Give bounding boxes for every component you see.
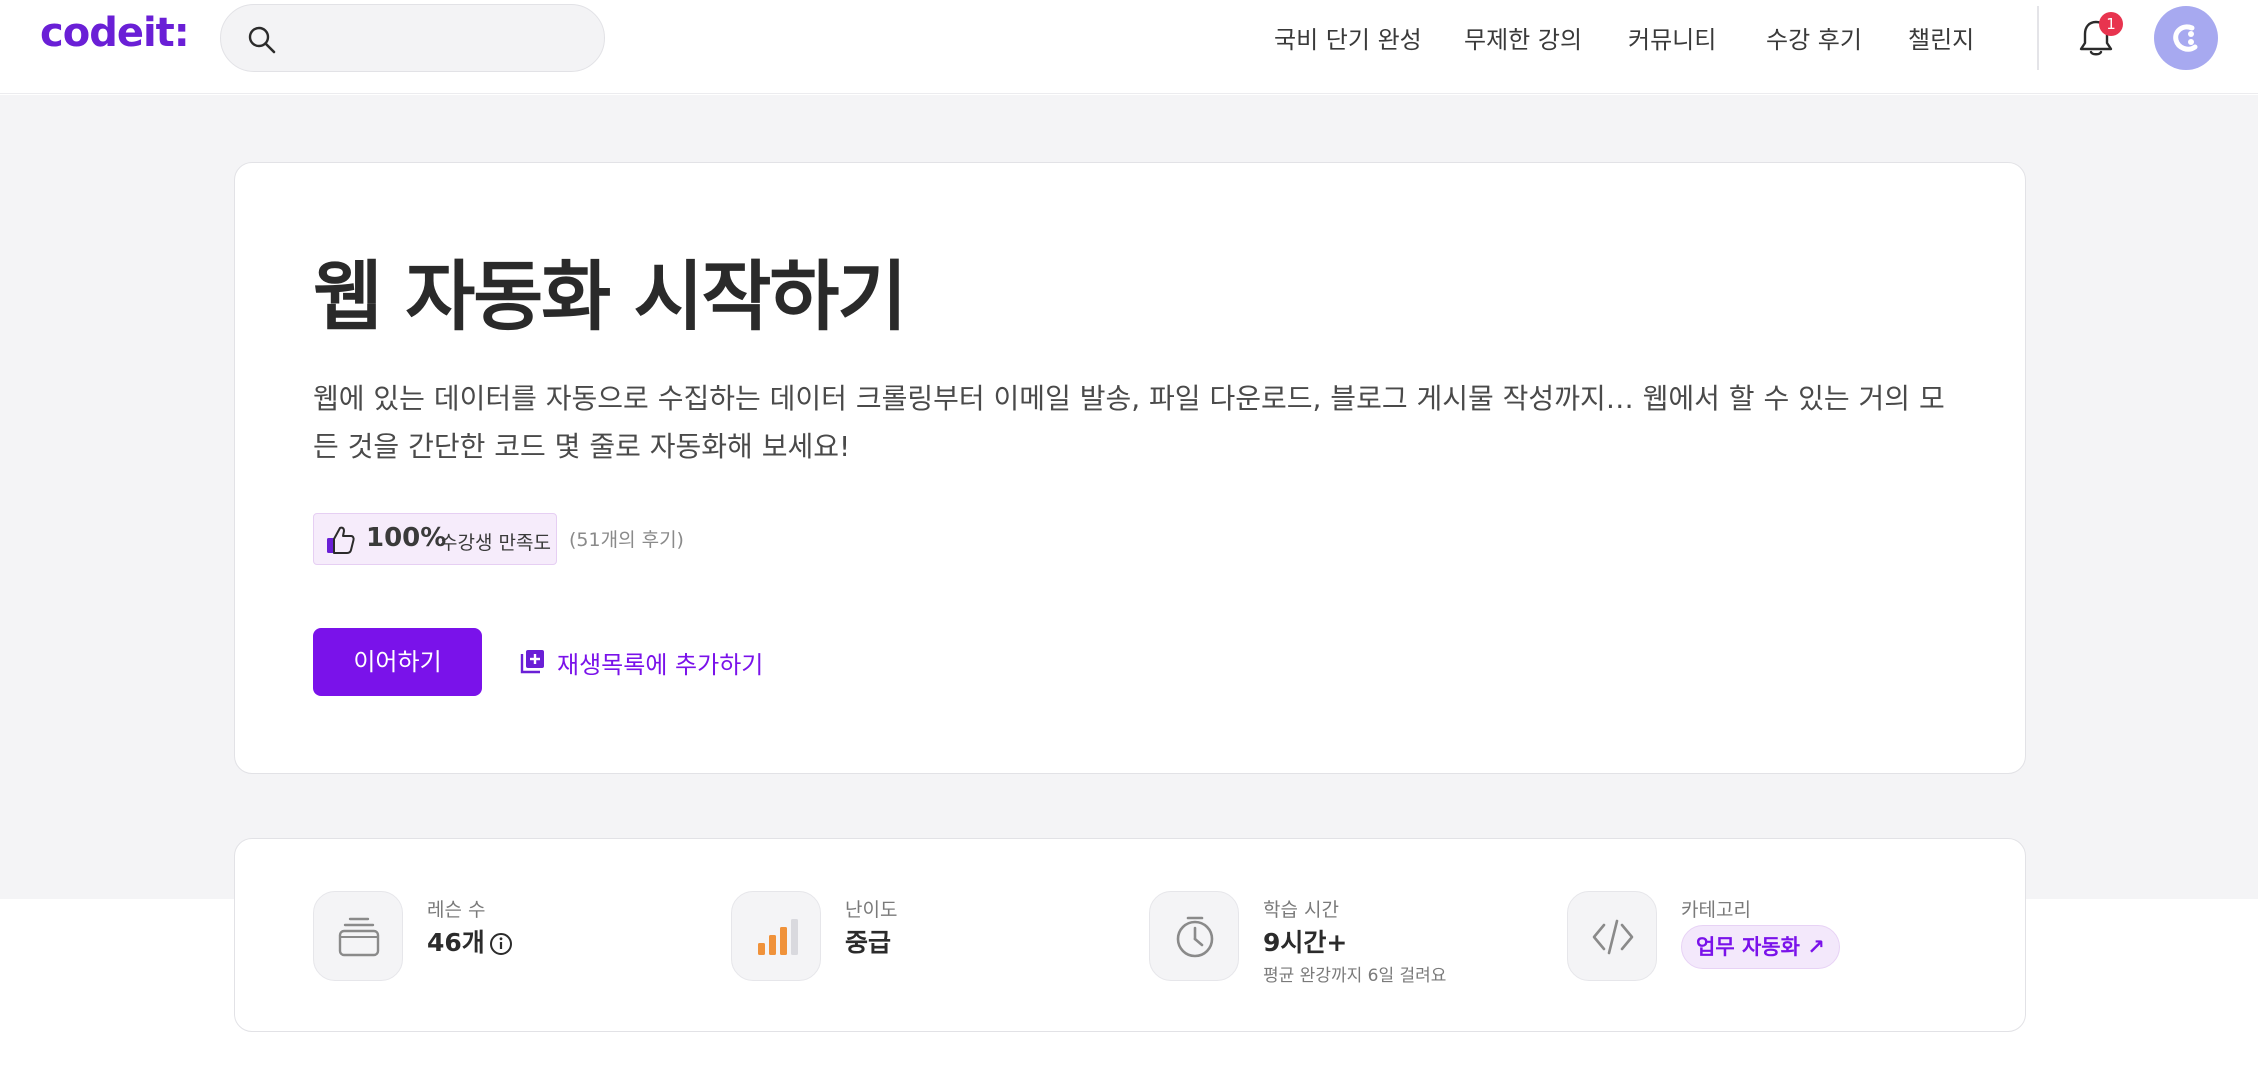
study-time-label: 학습 시간 [1263, 899, 1339, 921]
category-label: 카테고리 [1681, 899, 1751, 921]
nav-item-challenge[interactable]: 챌린지 [1908, 20, 1974, 55]
difficulty-label: 난이도 [845, 899, 898, 921]
difficulty-icon-box [731, 891, 821, 981]
search-icon [248, 26, 276, 54]
study-time-icon-box [1149, 891, 1239, 981]
difficulty-value: 중급 [845, 928, 892, 957]
search-input[interactable] [220, 4, 605, 72]
category-icon-box [1567, 891, 1657, 981]
info-circle-icon[interactable] [489, 932, 513, 956]
playlist-add-icon [520, 650, 544, 674]
satisfaction-percent: 100% [366, 523, 447, 553]
lessons-stack-icon [338, 917, 380, 957]
course-hero-card: 웹 자동화 시작하기 웹에 있는 데이터를 자동으로 수집하는 데이터 크롤링부… [234, 162, 2026, 774]
review-count[interactable]: (51개의 후기) [569, 525, 684, 552]
notification-badge: 1 [2099, 12, 2123, 36]
header-divider [2037, 6, 2039, 70]
lessons-label: 레슨 수 [427, 899, 486, 921]
difficulty-bars-icon [758, 919, 798, 955]
nav-item-community[interactable]: 커뮤니티 [1628, 20, 1716, 55]
lessons-icon-box [313, 891, 403, 981]
thumbs-up-icon [327, 526, 355, 554]
lessons-count: 46개 [427, 928, 485, 957]
nav-item-unlimited-courses[interactable]: 무제한 강의 [1464, 20, 1582, 55]
continue-button[interactable]: 이어하기 [313, 628, 482, 696]
add-to-playlist-label: 재생목록에 추가하기 [557, 651, 764, 679]
nav-item-reviews[interactable]: 수강 후기 [1766, 20, 1862, 55]
course-description: 웹에 있는 데이터를 자동으로 수집하는 데이터 크롤링부터 이메일 발송, 파… [313, 382, 1945, 463]
study-time-value: 9시간+ [1263, 928, 1348, 957]
lessons-value: 46개 [427, 923, 513, 959]
satisfaction-label: 수강생 만족도 [440, 532, 551, 554]
study-time-sub: 평균 완강까지 6일 걸려요 [1263, 966, 1447, 986]
satisfaction-badge: 100% 수강생 만족도 [313, 513, 557, 565]
top-header: codeit: 국비 단기 완성 무제한 강의 커뮤니티 수강 후기 챌린지 1 [0, 0, 2258, 94]
course-title: 웹 자동화 시작하기 [313, 252, 907, 341]
category-tag-link[interactable]: 업무 자동화 ↗ [1681, 925, 1840, 969]
stopwatch-icon [1176, 916, 1214, 958]
nav-item-bootcamp[interactable]: 국비 단기 완성 [1274, 20, 1422, 55]
user-avatar-icon [2173, 24, 2198, 52]
course-info-card: 레슨 수 46개 난이도 중급 학습 시간 9시간+ 평균 완강까지 6일 걸려… [234, 838, 2026, 1032]
avatar[interactable] [2154, 6, 2218, 70]
code-icon [1592, 919, 1634, 955]
codeit-logo[interactable]: codeit: [40, 10, 190, 56]
